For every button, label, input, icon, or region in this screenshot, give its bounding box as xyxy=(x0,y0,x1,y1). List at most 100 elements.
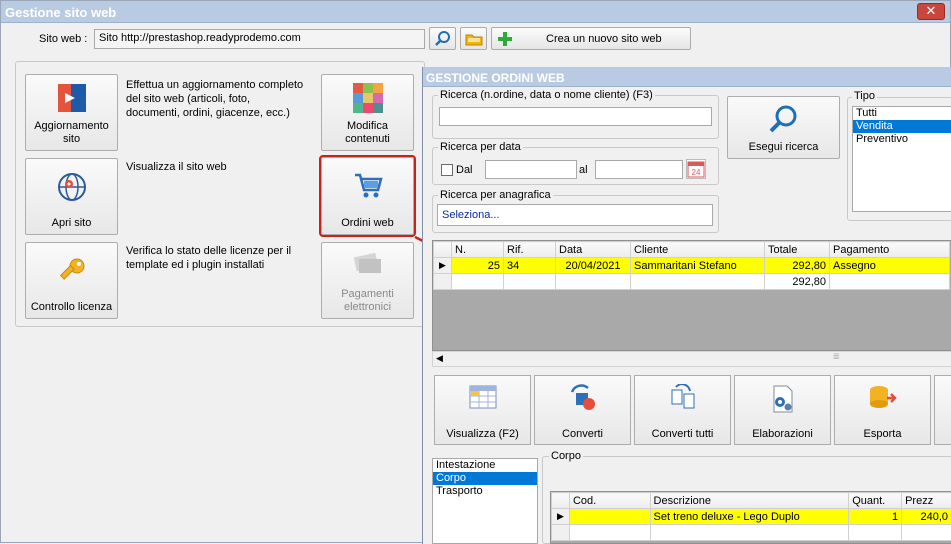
plus-icon xyxy=(497,31,513,47)
row-pointer-icon: ▶ xyxy=(552,509,570,525)
converti-button[interactable]: Converti xyxy=(534,375,631,445)
pagamenti-elettronici-button[interactable]: Pagamenti elettronici xyxy=(321,242,414,319)
dialog-title: GESTIONE ORDINI WEB xyxy=(426,71,565,85)
anagrafica-select[interactable]: Seleziona... xyxy=(437,204,713,226)
aggiornamento-description: Effettua un aggiornamento completo del s… xyxy=(126,78,303,120)
table-row[interactable]: ▶ 25 34 20/04/2021 Sammaritani Stefano 2… xyxy=(434,258,950,274)
section-corpo[interactable]: Corpo xyxy=(433,472,537,485)
tipo-item-vendita[interactable]: Vendita xyxy=(853,120,951,133)
order-rif: 34 xyxy=(504,258,556,274)
modifica-contenuti-button[interactable]: Modifica contenuti xyxy=(321,74,414,151)
order-cliente: Sammaritani Stefano xyxy=(631,258,765,274)
modifica-label-1: Modifica xyxy=(322,120,413,133)
ricerca-label: Ricerca (n.ordine, data o nome cliente) … xyxy=(438,89,655,101)
esporta-label: Esporta xyxy=(835,428,930,440)
corpo-label: Corpo xyxy=(549,450,583,462)
payment-icon xyxy=(353,251,383,277)
tipo-label: Tipo xyxy=(852,90,877,102)
table-view-icon xyxy=(468,384,498,410)
scroll-left-icon[interactable]: ◀ xyxy=(436,353,443,364)
col-totale[interactable]: Totale xyxy=(765,242,830,258)
ricerca-data-label: Ricerca per data xyxy=(438,141,523,153)
order-totale: 292,80 xyxy=(765,258,830,274)
visualizza-button[interactable]: Visualizza (F2) xyxy=(434,375,531,445)
row-pointer-icon: ▶ xyxy=(434,258,452,274)
order-pagamento: Assegno xyxy=(830,258,950,274)
ricerca-input[interactable] xyxy=(439,107,712,126)
key-icon xyxy=(56,255,88,287)
tipo-item-preventivo[interactable]: Preventivo xyxy=(853,133,951,146)
ricerca-anagrafica-label: Ricerca per anagrafica xyxy=(438,189,553,201)
orders-grid: N. Rif. Data Cliente Totale Pagamento ▶ … xyxy=(432,240,951,351)
visualizza-label: Visualizza (F2) xyxy=(435,428,530,440)
col-quant[interactable]: Quant. xyxy=(849,493,902,509)
calendar-button[interactable]: 24 xyxy=(686,159,706,179)
col-n[interactable]: N. xyxy=(452,242,504,258)
modifica-label-2: contenuti xyxy=(322,133,413,146)
more-toolbar-button[interactable] xyxy=(934,375,951,445)
dialog-titlebar: GESTIONE ORDINI WEB xyxy=(423,67,951,87)
aggiornamento-label-2: sito xyxy=(26,133,117,146)
dal-label: Dal xyxy=(456,164,473,176)
col-descrizione[interactable]: Descrizione xyxy=(650,493,849,509)
esegui-ricerca-label: Esegui ricerca xyxy=(728,141,839,154)
corpo-table: Cod. Descrizione Quant. Prezz ▶ Set tren… xyxy=(551,492,951,541)
search-icon xyxy=(434,30,452,48)
col-rif[interactable]: Rif. xyxy=(504,242,556,258)
apri-sito-button[interactable]: Apri sito xyxy=(25,158,118,235)
esegui-ricerca-button[interactable]: Esegui ricerca xyxy=(727,96,840,159)
elaborazioni-label: Elaborazioni xyxy=(735,428,830,440)
order-data: 20/04/2021 xyxy=(556,258,631,274)
converti-label: Converti xyxy=(535,428,630,440)
converti-tutti-button[interactable]: Converti tutti xyxy=(634,375,731,445)
tipo-item-tutti[interactable]: Tutti xyxy=(853,107,951,120)
close-button[interactable]: ✕ xyxy=(917,3,945,20)
content-grid-icon xyxy=(353,83,383,113)
create-site-button[interactable]: Crea un nuovo sito web xyxy=(491,27,691,50)
dal-checkbox[interactable] xyxy=(441,164,453,176)
date-from-input[interactable] xyxy=(485,160,577,179)
aggiornamento-sito-button[interactable]: Aggiornamento sito xyxy=(25,74,118,151)
document-gear-icon xyxy=(768,384,798,414)
table-row[interactable]: ▶ Set treno deluxe - Lego Duplo 1 240,0 xyxy=(552,509,951,525)
main-window: Gestione sito web ✕ Sito web : Sito http… xyxy=(0,0,951,543)
close-icon: ✕ xyxy=(926,3,937,18)
order-n: 25 xyxy=(452,258,504,274)
folder-button[interactable] xyxy=(460,27,487,50)
date-to-input[interactable] xyxy=(595,160,683,179)
gestione-ordini-dialog: GESTIONE ORDINI WEB Ricerca (n.ordine, d… xyxy=(422,67,951,544)
convert-icon xyxy=(568,384,598,412)
ordini-web-button[interactable]: Ordini web xyxy=(321,157,414,235)
site-field[interactable]: Sito http://prestashop.readyprodemo.com xyxy=(94,29,425,49)
corpo-header-row: Cod. Descrizione Quant. Prezz xyxy=(552,493,951,509)
section-trasporto[interactable]: Trasporto xyxy=(433,485,537,498)
col-cliente[interactable]: Cliente xyxy=(631,242,765,258)
globe-icon xyxy=(56,171,88,203)
item-cod xyxy=(569,509,650,525)
orders-footer-total: 292,80 xyxy=(765,274,830,290)
apri-sito-label: Apri sito xyxy=(26,217,117,230)
col-data[interactable]: Data xyxy=(556,242,631,258)
orders-horizontal-scrollbar[interactable]: ◀ ⁞⁞⁞⁞⁞⁞ xyxy=(432,351,951,367)
create-site-label: Crea un nuovo sito web xyxy=(546,33,662,45)
calendar-day: 24 xyxy=(692,168,701,177)
col-pagamento[interactable]: Pagamento xyxy=(830,242,950,258)
corpo-empty-row xyxy=(552,525,951,541)
window-title: Gestione sito web xyxy=(5,5,116,20)
update-icon xyxy=(57,83,87,113)
orders-header-row: N. Rif. Data Cliente Totale Pagamento xyxy=(434,242,950,258)
converti-tutti-label: Converti tutti xyxy=(635,428,730,440)
convert-all-icon xyxy=(668,384,698,412)
corpo-grid: Cod. Descrizione Quant. Prezz ▶ Set tren… xyxy=(550,491,951,544)
esporta-button[interactable]: Esporta xyxy=(834,375,931,445)
col-cod[interactable]: Cod. xyxy=(569,493,650,509)
sections-listbox[interactable]: Intestazione Corpo Trasporto xyxy=(432,458,538,544)
tipo-listbox[interactable]: Tutti Vendita Preventivo xyxy=(852,106,951,212)
controllo-licenza-label: Controllo licenza xyxy=(26,301,117,314)
controllo-licenza-button[interactable]: Controllo licenza xyxy=(25,242,118,319)
search-site-button[interactable] xyxy=(429,27,456,50)
col-prezzo[interactable]: Prezz xyxy=(902,493,951,509)
section-intestazione[interactable]: Intestazione xyxy=(433,459,537,472)
al-label: al xyxy=(579,164,588,176)
elaborazioni-button[interactable]: Elaborazioni xyxy=(734,375,831,445)
